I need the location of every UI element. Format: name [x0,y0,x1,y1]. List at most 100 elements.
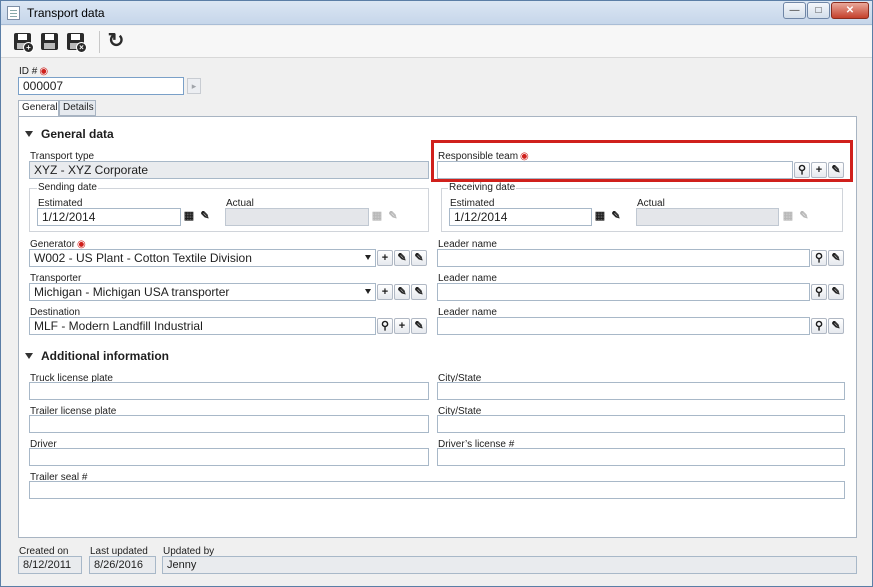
toolbar: + × ↻ [1,26,872,58]
plus-icon: + [381,252,389,264]
sending-estimated-clear-button[interactable]: ✎ [197,209,213,225]
save-button[interactable] [38,30,62,54]
calendar-icon: ▦ [594,210,606,222]
truck-city-state-input[interactable] [437,382,845,400]
sending-estimated-calendar-button[interactable]: ▦ [181,209,197,225]
tab-details[interactable]: Details [59,100,96,116]
sending-estimated-input[interactable]: 1/12/2014 [37,208,181,226]
general-data-section-header[interactable]: General data [25,127,114,141]
destination-add-button[interactable]: + [394,318,410,334]
sending-actual-calendar-button: ▦ [369,209,385,225]
transporter-leader-input[interactable] [437,283,810,301]
pencil-icon: ✎ [397,286,407,298]
eraser-icon: ✎ [414,320,424,332]
destination-input[interactable]: MLF - Modern Landfill Industrial [29,317,376,335]
eraser-icon: ✎ [831,286,841,298]
receiving-actual-input[interactable] [636,208,779,226]
eraser-icon: ✎ [831,320,841,332]
search-icon: ⚲ [380,320,390,332]
generator-leader-clear-button[interactable]: ✎ [828,250,844,266]
toolbar-separator [99,31,100,53]
updated-by-field: Jenny [162,556,857,574]
transporter-edit-button[interactable]: ✎ [394,284,410,300]
responsible-team-search-button[interactable]: ⚲ [794,162,810,178]
close-window-button[interactable]: ✕ [831,2,869,19]
additional-info-section-header[interactable]: Additional information [25,349,169,363]
id-input[interactable]: 000007 [18,77,184,95]
calendar-icon: ▦ [183,210,195,222]
title-bar: Transport data — □ ✕ [1,1,872,25]
trailer-plate-input[interactable] [29,415,429,433]
destination-leader-search-button[interactable]: ⚲ [811,318,827,334]
search-icon: ⚲ [814,252,824,264]
window-title: Transport data [27,6,105,20]
collapse-triangle-icon [25,131,33,137]
transport-data-window: Transport data — □ ✕ + × ↻ ID # ◉ 000007 … [0,0,873,587]
generator-leader-input[interactable] [437,249,810,267]
transporter-select[interactable]: Michigan - Michigan USA transporter [29,283,376,301]
transport-type-field[interactable]: XYZ - XYZ Corporate [29,161,429,179]
minimize-button[interactable]: — [783,2,806,19]
trailer-seal-input[interactable] [29,481,845,499]
eraser-icon: ✎ [799,210,809,222]
transporter-add-button[interactable]: + [377,284,393,300]
receiving-actual-clear-button: ✎ [796,209,812,225]
sending-actual-clear-button: ✎ [385,209,401,225]
chevron-down-icon [365,289,371,294]
eraser-icon: ✎ [831,164,841,176]
eraser-icon: ✎ [200,210,210,222]
calendar-icon: ▦ [782,210,794,222]
tab-general[interactable]: General [18,100,59,117]
search-icon: ⚲ [797,164,807,176]
eraser-icon: ✎ [414,252,424,264]
receiving-estimated-clear-button[interactable]: ✎ [608,209,624,225]
maximize-button[interactable]: □ [807,2,830,19]
last-updated-field: 8/26/2016 [89,556,156,574]
eraser-icon: ✎ [388,210,398,222]
sending-date-label: Sending date [37,182,98,193]
save-close-button[interactable]: × [64,30,88,54]
calendar-icon: ▦ [371,210,383,222]
trailer-city-state-input[interactable] [437,415,845,433]
plus-icon: + [815,164,823,176]
plus-badge-icon: + [23,42,34,53]
id-label: ID # ◉ [19,66,49,77]
drivers-license-input[interactable] [437,448,845,466]
receiving-actual-calendar-button: ▦ [780,209,796,225]
destination-search-button[interactable]: ⚲ [377,318,393,334]
eraser-icon: ✎ [414,286,424,298]
responsible-team-add-button[interactable]: + [811,162,827,178]
generator-add-button[interactable]: + [377,250,393,266]
collapse-triangle-icon [25,353,33,359]
destination-clear-button[interactable]: ✎ [411,318,427,334]
responsible-team-clear-button[interactable]: ✎ [828,162,844,178]
receiving-estimated-input[interactable]: 1/12/2014 [449,208,592,226]
plus-icon: + [381,286,389,298]
transporter-clear-button[interactable]: ✎ [411,284,427,300]
created-on-field: 8/12/2011 [18,556,82,574]
generator-edit-button[interactable]: ✎ [394,250,410,266]
destination-leader-clear-button[interactable]: ✎ [828,318,844,334]
search-icon: ⚲ [814,286,824,298]
refresh-icon: ↻ [107,30,125,52]
save-icon [41,33,58,50]
close-badge-icon: × [76,42,87,53]
receiving-estimated-calendar-button[interactable]: ▦ [592,209,608,225]
sending-actual-input[interactable] [225,208,369,226]
refresh-button[interactable]: ↻ [104,30,128,54]
transporter-leader-clear-button[interactable]: ✎ [828,284,844,300]
document-icon [7,6,20,20]
generator-select[interactable]: W002 - US Plant - Cotton Textile Divisio… [29,249,376,267]
generator-leader-search-button[interactable]: ⚲ [811,250,827,266]
search-icon: ⚲ [814,320,824,332]
truck-plate-input[interactable] [29,382,429,400]
next-arrow-button[interactable]: ▸ [187,78,201,94]
eraser-icon: ✎ [611,210,621,222]
driver-input[interactable] [29,448,429,466]
generator-clear-button[interactable]: ✎ [411,250,427,266]
save-new-button[interactable]: + [11,30,35,54]
transporter-leader-search-button[interactable]: ⚲ [811,284,827,300]
chevron-down-icon [365,255,371,260]
responsible-team-input[interactable] [437,161,793,179]
destination-leader-input[interactable] [437,317,810,335]
